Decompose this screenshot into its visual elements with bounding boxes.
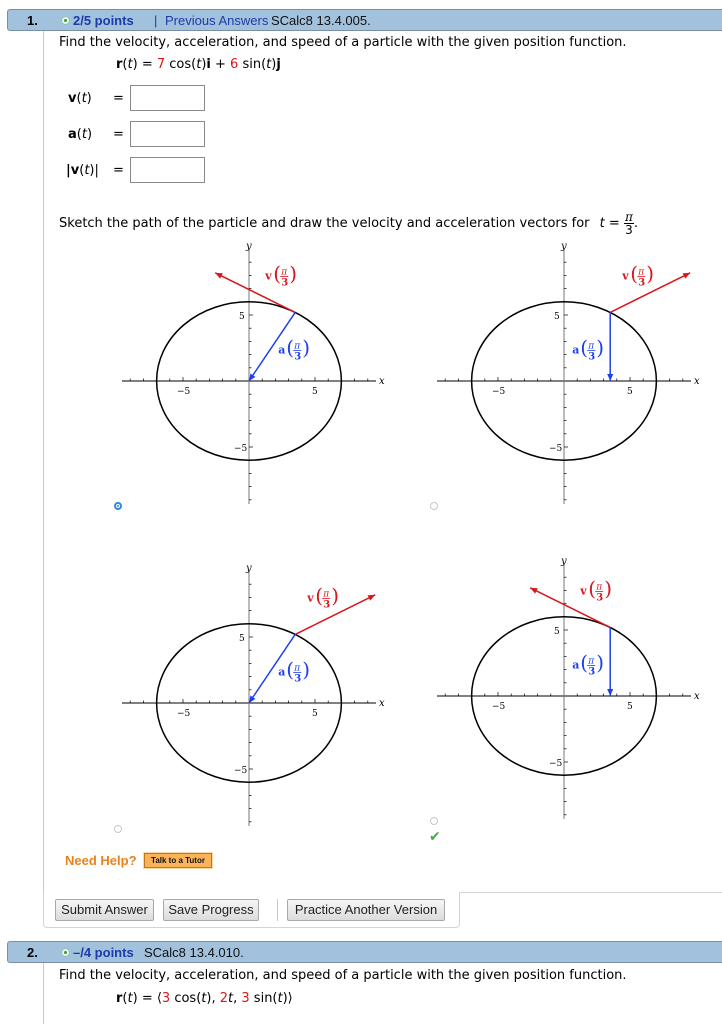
acceleration-label-symbol: a: [572, 658, 579, 671]
x-axis-label: x: [694, 691, 700, 702]
correct-check-icon: ✔: [429, 829, 441, 845]
acceleration-label-paren-close: ): [596, 650, 604, 674]
practice-another-version-button[interactable]: Practice Another Version: [287, 899, 445, 921]
talk-to-tutor-button[interactable]: Talk to a Tutor: [143, 852, 213, 869]
button-separator: [277, 899, 278, 921]
points-expand-icon[interactable]: [61, 948, 70, 957]
question-2-left-rule: [43, 963, 44, 1024]
radio-choice-top-left[interactable]: [114, 502, 122, 510]
radio-choice-bottom-right[interactable]: [430, 817, 438, 825]
acceleration-label: a(π3): [572, 650, 604, 677]
acceleration-vector: [607, 627, 614, 696]
question-number: 2.: [27, 945, 38, 960]
radio-choice-top-right[interactable]: [430, 502, 438, 510]
velocity-label-paren-close: ): [604, 576, 612, 600]
x-tick-label-5: 5: [627, 702, 633, 712]
question-2-prompt: Find the velocity, acceleration, and spe…: [59, 968, 627, 983]
acceleration-label-frac-den: 3: [588, 666, 595, 677]
velocity-label-frac-num: π: [595, 582, 603, 592]
points-label: –/4 points: [73, 945, 134, 960]
graph-choice-bottom-right[interactable]: xy−5 55−5v(π3)a(π3): [0, 0, 722, 1024]
radio-choice-bottom-left[interactable]: [114, 825, 122, 833]
velocity-label-paren-open: (: [588, 576, 596, 600]
question-2-header: 2. –/4 points SCalc8 13.4.010.: [7, 941, 722, 963]
velocity-label-symbol: v: [579, 584, 587, 597]
acceleration-vector-head: [607, 689, 614, 696]
y-tick-label-5: 5: [554, 627, 560, 637]
problem-code: SCalc8 13.4.010.: [144, 945, 244, 960]
acceleration-label-paren-open: (: [580, 650, 588, 674]
y-tick-label-neg5: −5: [549, 759, 563, 769]
velocity-label: v(π3): [579, 576, 612, 603]
velocity-label-frac-den: 3: [596, 592, 603, 603]
position-function-2: r(t) = ⟨3 cos(t), 2t, 3 sin(t)⟩: [116, 991, 293, 1006]
y-axis-label: y: [560, 556, 567, 567]
submit-answer-button[interactable]: Submit Answer: [55, 899, 154, 921]
need-help-label: Need Help?: [65, 853, 137, 868]
save-progress-button[interactable]: Save Progress: [163, 899, 259, 921]
acceleration-label-frac-num: π: [587, 656, 595, 666]
x-tick-label-neg5: −5: [492, 702, 506, 712]
